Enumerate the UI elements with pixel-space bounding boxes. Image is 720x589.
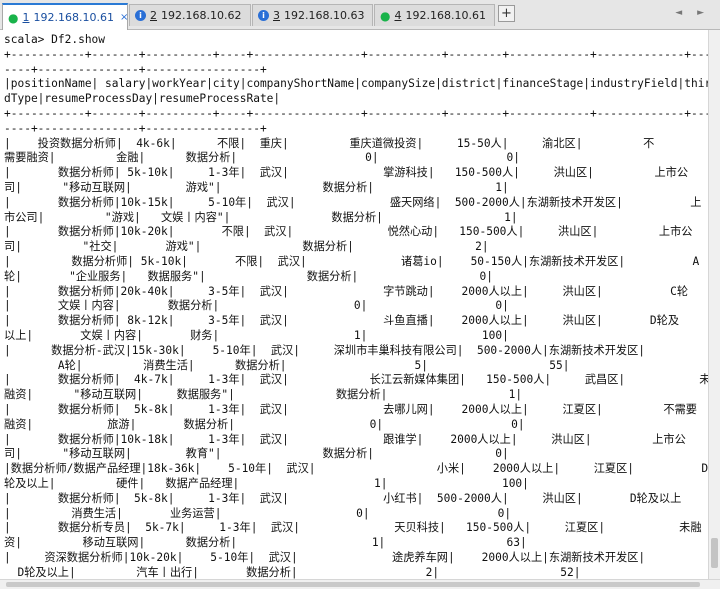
terminal-output[interactable]: scala> Df2.show +-----------+-------+---… [0, 30, 708, 579]
add-tab-button[interactable]: + [498, 5, 515, 22]
terminal-line: 轮及以上| 硬件| 数据产品经理| 1| 100| [4, 476, 529, 490]
connected-status-icon: ● [380, 8, 391, 23]
terminal-line: 司| "移动互联网| 游戏"| 数据分析| 1| [4, 180, 509, 194]
terminal-line: 需要融资| 金融| 数据分析| 0| 0| [4, 151, 521, 165]
close-tab-icon[interactable]: × [120, 12, 128, 23]
terminal-line: |数据分析师/数据产品经理|18k-36k| 5-10年| 武汉| 小米| 20… [4, 462, 708, 476]
terminal-line: +-----------+-------+----------+----+---… [4, 106, 708, 120]
terminal-line: 资| 移动互联网| 数据分析| 1| 63| [4, 536, 527, 550]
tab-number: 2 [150, 9, 157, 22]
terminal-line: ----+---------------+-----------------+ [4, 121, 267, 135]
vertical-scrollbar[interactable] [708, 30, 720, 579]
tab-scroll-arrows[interactable]: ◄ ► [675, 8, 710, 18]
terminal-line: 司| "社交| 游戏"| 数据分析| 2| [4, 240, 489, 254]
tab-number: 1 [22, 11, 30, 24]
terminal-line: | 数据分析师|10k-15k| 5-10年| 武汉| 盛天网络| 500-20… [4, 195, 702, 209]
tab-number: 3 [273, 9, 280, 22]
info-status-icon: i [258, 10, 269, 21]
terminal-line: | 投资数据分析师| 4k-6k| 不限| 重庆| 重庆道微投资| 15-50人… [4, 136, 655, 150]
terminal-line: | 数据分析师| 8k-12k| 3-5年| 武汉| 斗鱼直播| 2000人以上… [4, 314, 680, 328]
terminal-line: 以上| 文娱丨内容| 财务| 1| 100| [4, 328, 509, 342]
terminal-line: | 数据分析师| 5k-8k| 1-3年| 武汉| 小红书| 500-2000人… [4, 491, 682, 505]
info-status-icon: i [135, 10, 146, 21]
terminal-line: | 资深数据分析师|10k-20k| 5-10年| 武汉| 途虎养车网| 200… [4, 550, 646, 564]
terminal-line: | 数据分析师|20k-40k| 3-5年| 武汉| 字节跳动| 2000人以上… [4, 284, 689, 298]
terminal-line: D轮及以上| 汽车丨出行| 数据分析| 2| 52| [4, 565, 581, 579]
horizontal-scrollbar[interactable] [0, 579, 720, 589]
session-tab-1[interactable]: ● 1 192.168.10.61 × [2, 3, 128, 30]
terminal-line: A轮| 消费生活| 数据分析| 5| 55| [4, 358, 570, 372]
terminal-line: | 消费生活| 业务运营| 0| 0| [4, 506, 512, 520]
terminal-line: dType|resumeProcessDay|resumeProcessRate… [4, 92, 281, 106]
terminal-line: | 数据分析师| 4k-7k| 1-3年| 武汉| 长江云新媒体集团| 150-… [4, 373, 708, 387]
session-tab-bar: ● 1 192.168.10.61 × i 2 192.168.10.62 i … [0, 0, 720, 30]
terminal-line: | 数据分析师|10k-20k| 不限| 武汉| 悦然心动| 150-500人|… [4, 225, 693, 239]
terminal-line: | 数据分析师| 5k-10k| 不限| 武汉| 诸葛io| 50-150人|东… [4, 254, 700, 268]
terminal-text: scala> Df2.show +-----------+-------+---… [0, 30, 708, 579]
terminal-line: | 数据分析师| 5k-10k| 1-3年| 武汉| 掌游科技| 150-500… [4, 166, 689, 180]
tab-host-label: 192.168.10.61 [405, 9, 486, 22]
session-tab-2[interactable]: i 2 192.168.10.62 [129, 4, 251, 26]
terminal-line: | 数据分析-武汉|15k-30k| 5-10年| 武汉| 深圳市丰巢科技有限公… [4, 343, 646, 357]
terminal-line: 司| "移动互联网| 教育"| 数据分析| 0| [4, 447, 509, 461]
tab-number: 4 [394, 9, 402, 22]
connected-status-icon: ● [8, 10, 19, 25]
tab-host-label: 192.168.10.63 [284, 9, 365, 22]
terminal-line: | 数据分析师|10k-18k| 1-3年| 武汉| 跟谁学| 2000人以上|… [4, 432, 686, 446]
vertical-scroll-thumb[interactable] [711, 538, 718, 568]
terminal-line: 轮| "企业服务| 数据服务"| 数据分析| 0| [4, 269, 493, 283]
terminal-line: ----+---------------+-----------------+ [4, 62, 267, 76]
terminal-line: | 数据分析专员| 5k-7k| 1-3年| 武汉| 天贝科技| 150-500… [4, 521, 702, 535]
session-tab-3[interactable]: i 3 192.168.10.63 [252, 4, 373, 26]
terminal-line: | 数据分析师| 5k-8k| 1-3年| 武汉| 去哪儿网| 2000人以上|… [4, 402, 697, 416]
terminal-line: 融资| "移动互联网| 数据服务"| 数据分析| 1| [4, 388, 523, 402]
horizontal-scroll-thumb[interactable] [6, 582, 700, 587]
terminal-line: | 文娱丨内容| 数据分析| 0| 0| [4, 299, 509, 313]
terminal-line: |positionName| salary|workYear|city|comp… [4, 77, 708, 91]
terminal-line: scala> Df2.show [4, 33, 106, 46]
session-tab-4[interactable]: ● 4 192.168.10.61 [374, 4, 495, 26]
terminal-line: 融资| 旅游| 数据分析| 0| 0| [4, 417, 525, 431]
tab-host-label: 192.168.10.61 [33, 11, 114, 24]
terminal-line: 市公司| "游戏| 文娱丨内容"| 数据分析| 1| [4, 210, 518, 224]
terminal-line: +-----------+-------+----------+----+---… [4, 47, 708, 61]
tab-host-label: 192.168.10.62 [161, 9, 242, 22]
